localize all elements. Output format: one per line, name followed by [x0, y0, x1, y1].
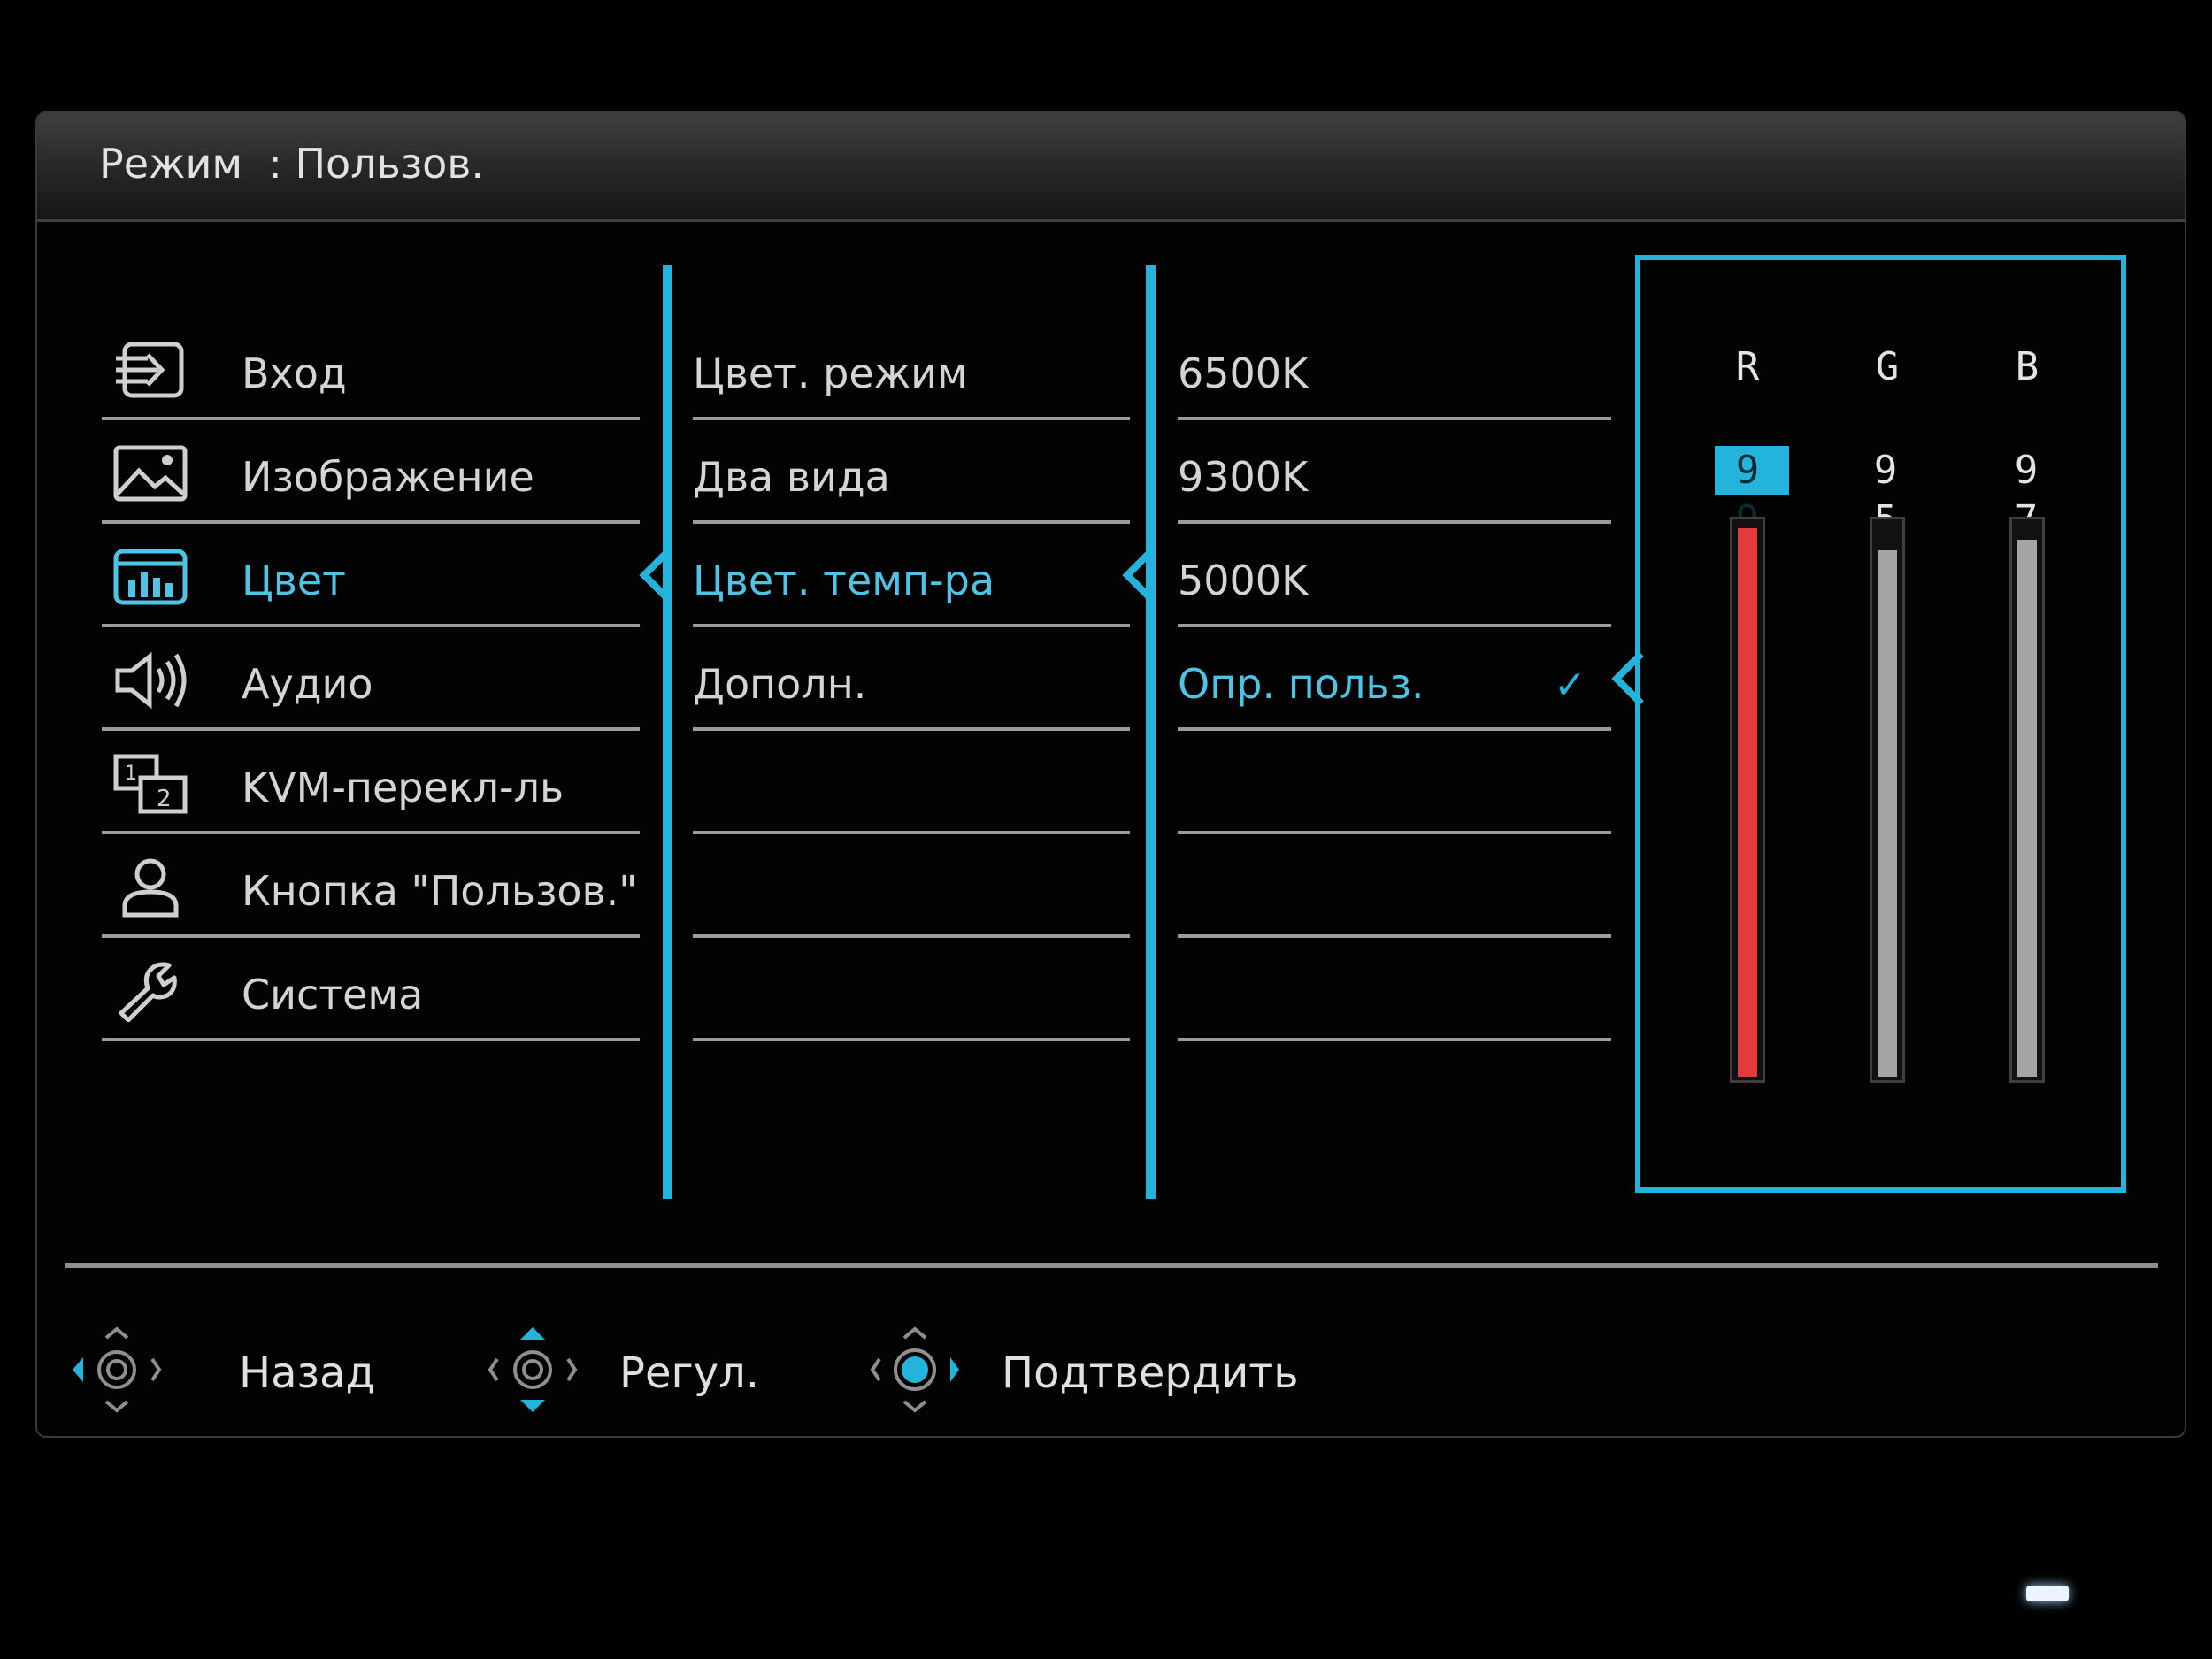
- hint-back-label: Назад: [239, 1348, 375, 1398]
- submenu-item: [693, 731, 1130, 834]
- mode-separator: :: [268, 140, 282, 188]
- power-led: [2026, 1586, 2069, 1601]
- option-item-label: 9300K: [1178, 453, 1309, 501]
- main-menu-item-kvm[interactable]: 21 KVM-перекл-ль: [102, 731, 640, 834]
- kvm-icon: 21: [112, 753, 188, 815]
- input-icon: [112, 339, 188, 401]
- submenu-item: [693, 834, 1130, 938]
- channel-slider-r[interactable]: [1730, 517, 1765, 1083]
- main-menu-item-label: Вход: [242, 349, 347, 397]
- channel-slider-g[interactable]: [1870, 517, 1905, 1083]
- option-item-label: 5000K: [1178, 557, 1309, 604]
- channel-fill-g: [1878, 550, 1897, 1077]
- channel-value-r[interactable]: 9 9: [1715, 446, 1789, 542]
- main-menu-item-audio[interactable]: Аудио: [102, 627, 640, 731]
- main-menu-selection-chevron: [639, 548, 672, 603]
- submenu-item-label: Два вида: [693, 453, 890, 501]
- submenu-item: [693, 938, 1130, 1041]
- picture-icon: [112, 442, 188, 504]
- option-item-label: 6500K: [1178, 349, 1309, 397]
- mode-indicator: Режим : Пользов.: [99, 140, 484, 188]
- main-menu-item-label: Цвет: [242, 557, 346, 604]
- channel-label-g: G: [1875, 344, 1900, 389]
- main-menu-item-system[interactable]: Система: [102, 938, 640, 1041]
- channel-fill-b: [2017, 540, 2037, 1077]
- channel-label-b: B: [2015, 344, 2039, 389]
- selected-check-icon: ✓: [1554, 663, 1586, 708]
- main-menu-item-label: Изображение: [242, 453, 534, 501]
- option-item-label: Опр. польз.: [1178, 660, 1425, 708]
- channel-value-b[interactable]: 9 7: [1993, 446, 2068, 542]
- submenu-item-label: Цвет. темп-ра: [693, 557, 995, 604]
- main-menu-item-input[interactable]: Вход: [102, 317, 640, 420]
- submenu-item[interactable]: Цвет. режим: [693, 317, 1130, 420]
- hint-adjust-label: Регул.: [619, 1348, 760, 1398]
- option-item: [1178, 834, 1611, 938]
- main-menu-item-custom-key[interactable]: Кнопка "Пользов.": [102, 834, 640, 938]
- submenu-selection-chevron: [1122, 548, 1155, 603]
- user-icon: [112, 856, 188, 918]
- channel-value-g[interactable]: 9 5: [1853, 446, 1927, 542]
- color-icon: [112, 546, 188, 608]
- main-menu-item-label: KVM-перекл-ль: [242, 764, 565, 811]
- wrench-icon: [112, 960, 188, 1022]
- option-item-user-define[interactable]: Опр. польз. ✓: [1178, 627, 1611, 731]
- speaker-icon: [112, 649, 188, 711]
- svg-text:2: 2: [157, 786, 172, 812]
- option-item: [1178, 938, 1611, 1041]
- main-menu-item-label: Аудио: [242, 660, 373, 708]
- hint-confirm-label: Подтвердить: [1002, 1348, 1299, 1398]
- submenu-item[interactable]: Дополн.: [693, 627, 1130, 731]
- joystick-press-icon: [870, 1326, 959, 1413]
- submenu-divider: [1146, 265, 1156, 1199]
- submenu-item-label: Дополн.: [693, 660, 867, 708]
- main-menu-item-label: Система: [242, 971, 424, 1018]
- option-item[interactable]: 5000K: [1178, 524, 1611, 627]
- footer-divider: [65, 1263, 2158, 1268]
- main-menu-item-picture[interactable]: Изображение: [102, 420, 640, 524]
- osd-window: Режим : Пользов. Вход Изображение Цвет А…: [35, 111, 2186, 1438]
- main-menu-divider: [663, 265, 672, 1199]
- option-item: [1178, 731, 1611, 834]
- svg-text:1: 1: [125, 763, 137, 785]
- mode-label: Режим: [99, 140, 243, 188]
- submenu-item[interactable]: Два вида: [693, 420, 1130, 524]
- joystick-left-icon: [73, 1326, 162, 1413]
- option-item[interactable]: 6500K: [1178, 317, 1611, 420]
- option-item[interactable]: 9300K: [1178, 420, 1611, 524]
- osd-header: Режим : Пользов.: [37, 113, 2185, 222]
- submenu-item[interactable]: Цвет. темп-ра: [693, 524, 1130, 627]
- channel-label-r: R: [1735, 344, 1760, 389]
- rgb-adjust-panel: R G B 9 9 9 5 9 7: [1635, 255, 2126, 1193]
- mode-value: Пользов.: [295, 140, 485, 188]
- channel-slider-b[interactable]: [2009, 517, 2045, 1083]
- joystick-updown-icon: [488, 1327, 578, 1412]
- submenu-item-label: Цвет. режим: [693, 349, 968, 397]
- main-menu-item-label: Кнопка "Пользов.": [242, 867, 638, 915]
- channel-fill-r: [1738, 528, 1757, 1077]
- main-menu-item-color[interactable]: Цвет: [102, 524, 640, 627]
